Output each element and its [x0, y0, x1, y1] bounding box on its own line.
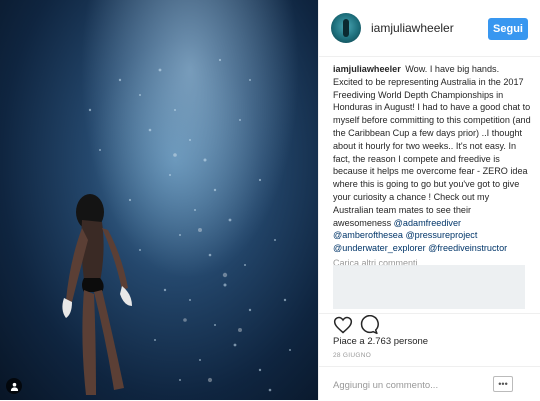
mention-link[interactable]: @freediveinstructor [428, 243, 507, 253]
instagram-post: iamjuliawheeler Segui iamjuliawheeler Wo… [0, 0, 540, 400]
diver-figure [62, 194, 132, 395]
post-header: iamjuliawheeler Segui [319, 0, 540, 57]
user-tag-icon[interactable] [6, 378, 22, 394]
likes-count[interactable]: Piace a 2.763 persone [333, 336, 428, 347]
avatar[interactable] [331, 13, 361, 43]
post-caption: iamjuliawheeler Wow. I have big hands. E… [333, 63, 531, 255]
bubbles-texture [88, 58, 291, 392]
mention-link[interactable]: @underwater_explorer [333, 243, 426, 253]
mention-link[interactable]: @pressureproject [405, 230, 477, 240]
caption-text: Wow. I have big hands. Excited to be rep… [333, 64, 531, 228]
follow-button[interactable]: Segui [488, 18, 528, 40]
username-link[interactable]: iamjuliawheeler [371, 21, 454, 35]
heart-icon[interactable] [333, 315, 353, 335]
post-date[interactable]: 28 GIUGNO [333, 352, 371, 359]
caption-username[interactable]: iamjuliawheeler [333, 64, 401, 74]
comment-input[interactable] [331, 375, 495, 395]
add-comment-bar: ••• [319, 366, 540, 401]
mention-link[interactable]: @amberofthesea [333, 230, 403, 240]
more-options-icon[interactable]: ••• [493, 376, 513, 392]
mention-link[interactable]: @adamfreediver [394, 218, 461, 228]
comment-icon[interactable] [359, 315, 379, 335]
post-photo[interactable] [0, 0, 318, 400]
post-actions [319, 313, 540, 338]
post-sidebar: iamjuliawheeler Segui iamjuliawheeler Wo… [318, 0, 540, 400]
comments-overlay [333, 265, 525, 309]
